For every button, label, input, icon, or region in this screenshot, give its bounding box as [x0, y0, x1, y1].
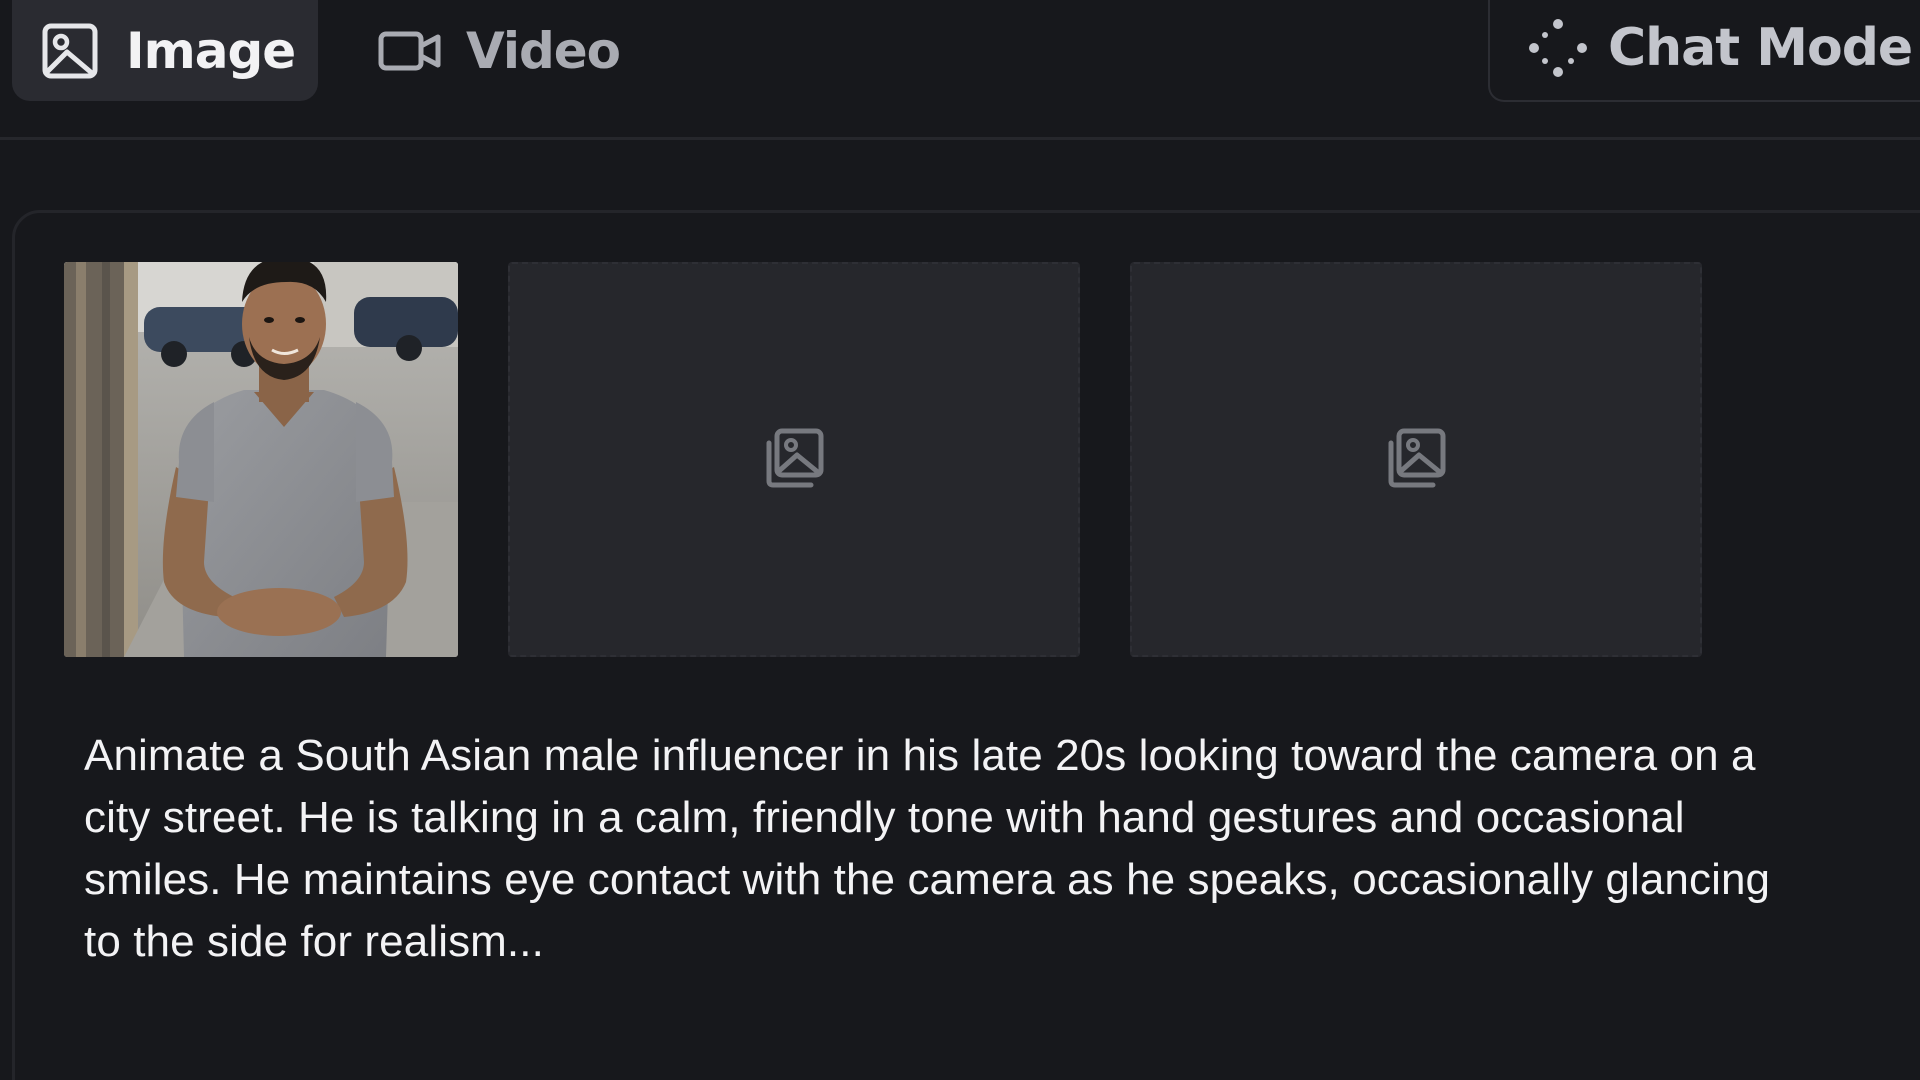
tab-image[interactable]: Image [12, 0, 318, 101]
tab-video-label: Video [466, 21, 621, 80]
mode-bar: Image Video Chat Mode [0, 0, 1920, 140]
app-window: Image Video Chat Mode Animate a South As… [0, 0, 1920, 1080]
image-stack-icon [1383, 425, 1449, 495]
image-icon [38, 19, 102, 83]
tab-video[interactable]: Video [368, 0, 638, 101]
empty-image-slot[interactable] [1130, 262, 1702, 657]
tab-image-label: Image [126, 21, 296, 80]
sparkle-dots-icon [1526, 16, 1590, 80]
prompt-text[interactable]: Animate a South Asian male influencer in… [84, 725, 1804, 973]
reference-photo [64, 262, 458, 657]
empty-image-slot[interactable] [508, 262, 1080, 657]
video-camera-icon [378, 19, 442, 83]
chat-mode-label: Chat Mode [1608, 18, 1913, 78]
chat-mode-button[interactable]: Chat Mode [1488, 0, 1920, 102]
image-stack-icon [761, 425, 827, 495]
reference-image-thumbnail[interactable] [64, 262, 458, 657]
